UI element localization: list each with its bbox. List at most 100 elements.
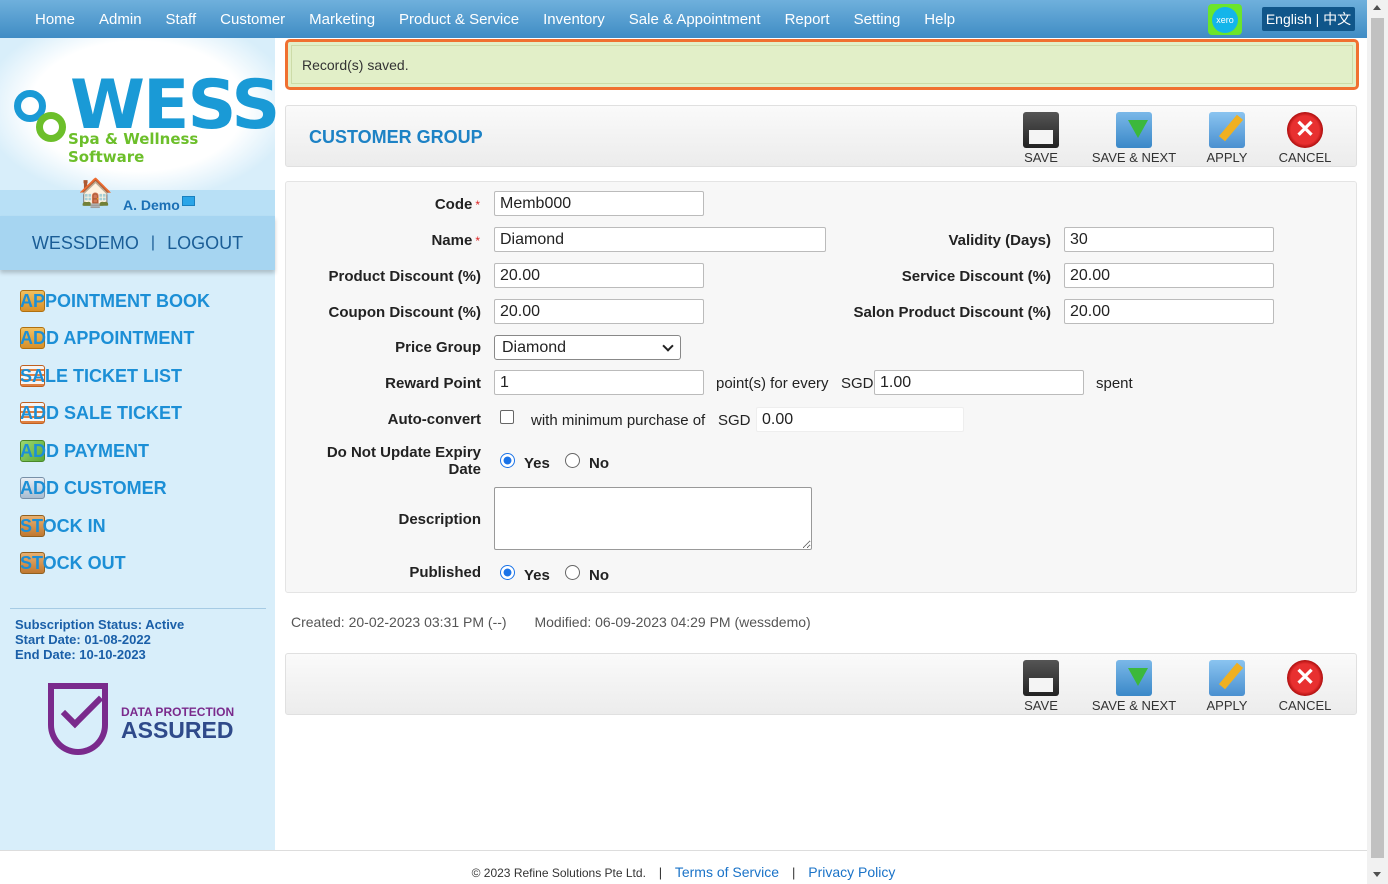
language-switcher[interactable]: English | 中文 bbox=[1262, 7, 1355, 31]
no-update-expiry-yes-label: Yes bbox=[524, 455, 550, 472]
sidebar-item-add-sale-ticket[interactable]: ADD SALE TICKET bbox=[20, 399, 270, 427]
sidebar-item-add-payment[interactable]: ADD PAYMENT bbox=[20, 437, 270, 465]
nav-staff[interactable]: Staff bbox=[154, 11, 209, 28]
floppy-disk-icon bbox=[1023, 112, 1059, 148]
scroll-up-icon[interactable] bbox=[1373, 5, 1381, 10]
account-separator: | bbox=[150, 234, 156, 251]
nav-admin[interactable]: Admin bbox=[87, 11, 154, 28]
sidebar-item-sale-ticket-list[interactable]: SALE TICKET LIST bbox=[20, 362, 270, 390]
subscription-start-date: Start Date: 01-08-2022 bbox=[15, 632, 151, 647]
validity-label: Validity (Days) bbox=[948, 232, 1051, 249]
terms-of-service-link[interactable]: Terms of Service bbox=[675, 864, 779, 880]
scroll-down-icon[interactable] bbox=[1373, 872, 1381, 877]
published-yes-radio[interactable] bbox=[500, 565, 515, 580]
account-bar: WESSDEMO | LOGOUT bbox=[0, 216, 275, 270]
sidebar: WESS Spa & Wellness Software 🏠 A. Demo W… bbox=[0, 38, 280, 850]
nav-report[interactable]: Report bbox=[773, 11, 842, 28]
validity-input[interactable] bbox=[1064, 227, 1274, 252]
save-next-icon bbox=[1116, 660, 1152, 696]
published-no-radio[interactable] bbox=[565, 565, 580, 580]
product-discount-label: Product Discount (%) bbox=[328, 268, 482, 285]
cancel-button[interactable]: CANCEL bbox=[1263, 660, 1347, 714]
cancel-button-label: CANCEL bbox=[1278, 150, 1332, 165]
user-name[interactable]: A. Demo bbox=[123, 197, 180, 213]
sidebar-item-stock-in[interactable]: STOCK IN bbox=[20, 512, 270, 540]
apply-button[interactable]: APPLY bbox=[1185, 112, 1269, 166]
sidebar-item-add-customer[interactable]: ADD CUSTOMER bbox=[20, 474, 270, 502]
sidebar-item-add-appointment[interactable]: ADD APPOINTMENT bbox=[20, 324, 270, 352]
apply-button-label: APPLY bbox=[1206, 150, 1248, 165]
sidebar-item-label: ADD SALE TICKET bbox=[20, 402, 182, 423]
no-update-expiry-label: Do Not Update Expiry Date bbox=[327, 444, 481, 478]
vertical-scrollbar[interactable] bbox=[1367, 0, 1388, 884]
nav-marketing[interactable]: Marketing bbox=[297, 11, 387, 28]
save-next-button-label: SAVE & NEXT bbox=[1091, 150, 1177, 165]
apply-pencil-icon bbox=[1209, 112, 1245, 148]
save-button[interactable]: SAVE bbox=[999, 112, 1083, 166]
auto-convert-label: Auto-convert bbox=[387, 411, 481, 428]
no-update-expiry-no-label: No bbox=[589, 455, 609, 472]
price-group-select[interactable]: Diamond bbox=[494, 335, 681, 360]
min-purchase-text: with minimum purchase of bbox=[531, 412, 706, 429]
created-info: Created: 20-02-2023 03:31 PM (--) bbox=[291, 614, 507, 630]
nav-sale-appointment[interactable]: Sale & Appointment bbox=[617, 11, 773, 28]
logo-ring-green-icon bbox=[36, 112, 66, 142]
data-protection-badge: DATA PROTECTION ASSURED bbox=[48, 683, 238, 763]
nav-product-service[interactable]: Product & Service bbox=[387, 11, 531, 28]
top-navigation-bar: Home Admin Staff Customer Marketing Prod… bbox=[0, 0, 1367, 38]
product-discount-input[interactable] bbox=[494, 263, 704, 288]
code-input[interactable] bbox=[494, 191, 704, 216]
success-message-text: Record(s) saved. bbox=[302, 57, 409, 73]
no-update-expiry-yes-radio[interactable] bbox=[500, 453, 515, 468]
currency-label: SGD bbox=[841, 375, 874, 392]
house-icon: 🏠 bbox=[78, 177, 113, 208]
code-label-text: Code bbox=[434, 196, 473, 213]
save-button[interactable]: SAVE bbox=[999, 660, 1083, 714]
cancel-button[interactable]: CANCEL bbox=[1263, 112, 1347, 166]
reward-point-input[interactable] bbox=[494, 370, 704, 395]
save-next-button[interactable]: SAVE & NEXT bbox=[1092, 112, 1176, 166]
coupon-discount-input[interactable] bbox=[494, 299, 704, 324]
description-textarea[interactable] bbox=[494, 487, 812, 550]
logout-link[interactable]: LOGOUT bbox=[167, 233, 243, 254]
salon-product-discount-input[interactable] bbox=[1064, 299, 1274, 324]
nav-setting[interactable]: Setting bbox=[842, 11, 913, 28]
name-label: Name * bbox=[431, 232, 480, 249]
sidebar-item-stock-out[interactable]: STOCK OUT bbox=[20, 549, 270, 577]
privacy-policy-link[interactable]: Privacy Policy bbox=[808, 864, 895, 880]
nav-home[interactable]: Home bbox=[23, 11, 87, 28]
reward-amount-input[interactable] bbox=[874, 370, 1084, 395]
sidebar-item-appointment-book[interactable]: APPOINTMENT BOOK bbox=[20, 287, 270, 315]
modified-info: Modified: 06-09-2023 04:29 PM (wessdemo) bbox=[534, 614, 811, 630]
published-no-label: No bbox=[589, 567, 609, 584]
xero-button[interactable]: xero bbox=[1208, 4, 1242, 35]
scrollbar-thumb[interactable] bbox=[1371, 18, 1384, 858]
top-toolbar: CUSTOMER GROUP SAVE SAVE & NEXT APPLY CA… bbox=[285, 105, 1357, 167]
min-purchase-input[interactable] bbox=[756, 407, 964, 432]
sidebar-item-label: STOCK IN bbox=[20, 515, 106, 536]
nav-customer[interactable]: Customer bbox=[208, 11, 297, 28]
account-link[interactable]: WESSDEMO bbox=[32, 233, 139, 254]
subscription-info: Subscription Status: Active Start Date: … bbox=[10, 608, 266, 662]
published-label: Published bbox=[409, 564, 481, 581]
price-group-selected: Diamond bbox=[502, 339, 567, 356]
code-label: Code * bbox=[435, 196, 480, 213]
published-yes-label: Yes bbox=[524, 567, 550, 584]
footer-separator: | bbox=[791, 865, 796, 880]
floppy-disk-icon bbox=[1023, 660, 1059, 696]
sidebar-item-label: STOCK OUT bbox=[20, 552, 126, 573]
wess-logo[interactable]: WESS Spa & Wellness Software bbox=[0, 38, 280, 190]
name-label-text: Name bbox=[431, 232, 473, 249]
sidebar-item-label: ADD APPOINTMENT bbox=[20, 327, 195, 348]
auto-convert-checkbox[interactable] bbox=[500, 410, 514, 424]
close-icon bbox=[1287, 660, 1323, 696]
nav-help[interactable]: Help bbox=[912, 11, 967, 28]
record-meta: Created: 20-02-2023 03:31 PM (--) Modifi… bbox=[291, 614, 811, 630]
nav-inventory[interactable]: Inventory bbox=[531, 11, 617, 28]
name-input[interactable] bbox=[494, 227, 826, 252]
save-next-button[interactable]: SAVE & NEXT bbox=[1092, 660, 1176, 714]
no-update-expiry-no-radio[interactable] bbox=[565, 453, 580, 468]
salon-product-discount-label: Salon Product Discount (%) bbox=[853, 304, 1051, 321]
apply-button[interactable]: APPLY bbox=[1185, 660, 1269, 714]
service-discount-input[interactable] bbox=[1064, 263, 1274, 288]
